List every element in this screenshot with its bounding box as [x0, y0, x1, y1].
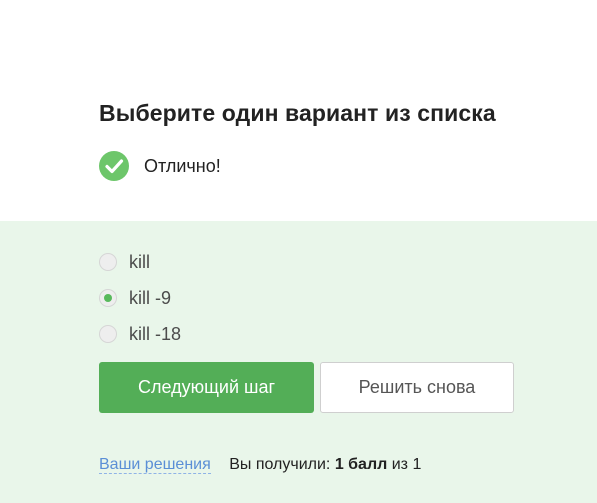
option-item[interactable]: kill	[99, 244, 181, 280]
options-list: kill kill -9 kill -18	[99, 244, 181, 352]
score-suffix: из 1	[391, 456, 422, 473]
answer-panel: kill kill -9 kill -18 Следующий шаг Реши…	[0, 221, 597, 503]
option-label: kill -18	[129, 323, 182, 344]
score-footer: Ваши решения Вы получили: 1 балл из 1	[99, 456, 421, 474]
option-label: kill	[129, 251, 150, 272]
radio-button-selected[interactable]	[99, 289, 117, 307]
option-label: kill -9	[129, 287, 172, 308]
score-summary: Вы получили: 1 балл из 1	[229, 456, 421, 473]
solve-again-button[interactable]: Решить снова	[320, 362, 514, 413]
option-item[interactable]: kill -18	[99, 316, 181, 352]
next-step-button[interactable]: Следующий шаг	[99, 362, 314, 413]
question-header: Выберите один вариант из списка Отлично!	[0, 0, 597, 221]
page-title: Выберите один вариант из списка	[99, 100, 496, 126]
score-prefix: Вы получили:	[229, 456, 331, 473]
option-item[interactable]: kill -9	[99, 280, 181, 316]
your-solutions-link[interactable]: Ваши решения	[99, 456, 211, 474]
result-status: Отлично!	[99, 151, 221, 181]
radio-button[interactable]	[99, 253, 117, 271]
status-text: Отлично!	[144, 155, 221, 176]
score-value: 1 балл	[334, 456, 388, 473]
check-circle-icon	[99, 151, 129, 181]
radio-button[interactable]	[99, 325, 117, 343]
